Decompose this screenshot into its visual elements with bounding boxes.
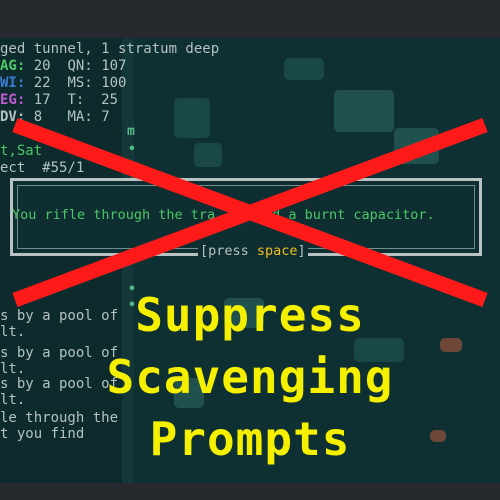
game-screen: m • • • • • ged tunnel, 1 stratum deep A… [0,0,500,500]
overlay-title-line2: Scavenging [106,350,394,404]
overlay-title-line1: Suppress [135,288,365,342]
overlay-title-line3: Prompts [149,412,351,466]
